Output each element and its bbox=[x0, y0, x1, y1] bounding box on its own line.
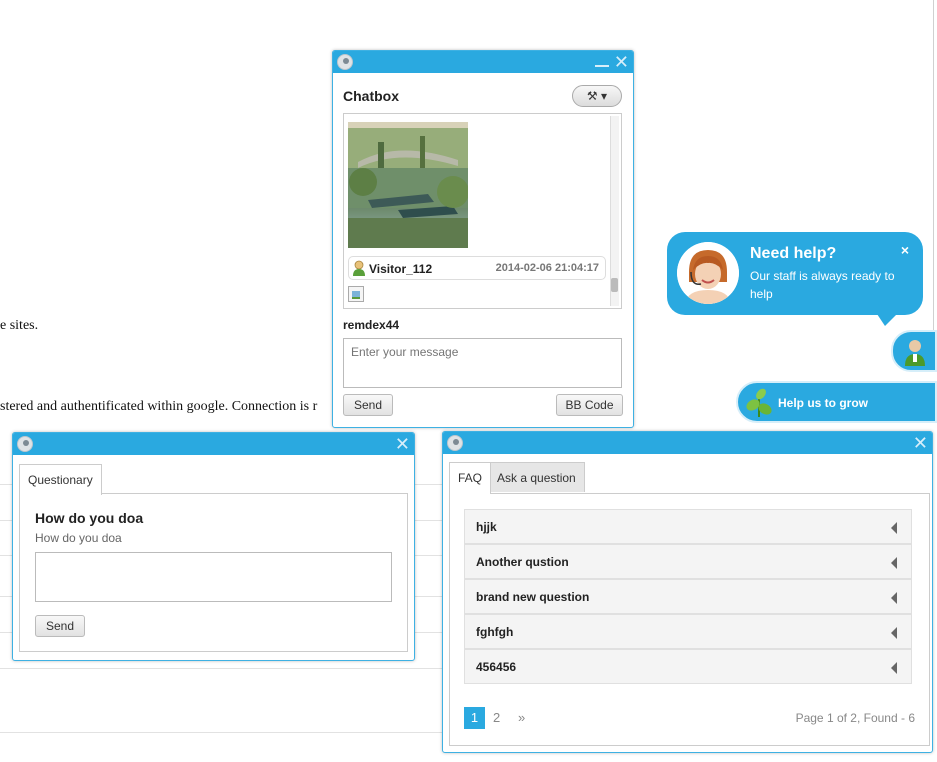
pagination-next[interactable]: » bbox=[518, 707, 525, 729]
questionary-panel: How do you doa How do you doa Send bbox=[19, 493, 408, 652]
faq-window: ✕ FAQ Ask a question hjjk Another qustio… bbox=[442, 431, 933, 753]
parrot-logo-icon bbox=[17, 436, 33, 452]
need-help-text: Our staff is always ready to help bbox=[750, 269, 895, 301]
parrot-logo-icon bbox=[337, 54, 353, 70]
support-agent-avatar bbox=[677, 242, 739, 304]
agent-icon bbox=[905, 340, 925, 366]
message-author: Visitor_112 bbox=[369, 262, 433, 276]
question-title: How do you doa bbox=[35, 510, 144, 526]
help-us-grow-tab[interactable]: Help us to grow bbox=[736, 381, 937, 423]
chatbox-title: Chatbox bbox=[343, 88, 399, 104]
visitor-icon bbox=[353, 260, 365, 276]
need-help-title: Need help? bbox=[750, 245, 837, 262]
arrow-left-icon bbox=[891, 522, 897, 534]
pagination-info: Page 1 of 2, Found - 6 bbox=[795, 711, 915, 725]
close-icon[interactable]: ✕ bbox=[913, 433, 928, 453]
arrow-left-icon bbox=[891, 592, 897, 604]
chatbox-window: ✕ Chatbox ⚒ ▾ Visitor_112 2014-02-06 21:… bbox=[332, 50, 634, 428]
faq-item-label: Another qustion bbox=[476, 555, 569, 569]
question-subtitle: How do you doa bbox=[35, 531, 122, 545]
leaves-icon bbox=[746, 388, 772, 417]
chat-message-meta: Visitor_112 2014-02-06 21:04:17 bbox=[348, 256, 606, 280]
faq-panel: hjjk Another qustion brand new question … bbox=[449, 493, 930, 746]
faq-item[interactable]: 456456 bbox=[464, 649, 912, 684]
background-divider bbox=[0, 668, 445, 669]
faq-item-label: brand new question bbox=[476, 590, 590, 604]
pagination-page-1[interactable]: 1 bbox=[464, 707, 485, 729]
scrollbar-thumb[interactable] bbox=[611, 278, 618, 292]
page-right-border bbox=[933, 0, 934, 330]
faq-item[interactable]: fghfgh bbox=[464, 614, 912, 649]
message-time: 2014-02-06 21:04:17 bbox=[495, 262, 599, 274]
chat-messages-area[interactable]: Visitor_112 2014-02-06 21:04:17 bbox=[343, 113, 622, 309]
need-help-bubble[interactable]: Need help? Our staff is always ready to … bbox=[667, 232, 923, 326]
chat-scrollbar[interactable] bbox=[610, 116, 619, 306]
tools-icon: ⚒ bbox=[586, 89, 598, 103]
broken-image-icon[interactable] bbox=[348, 286, 364, 302]
background-text-line-1: e sites. bbox=[0, 318, 39, 333]
arrow-left-icon bbox=[891, 627, 897, 639]
chat-agent-tab[interactable] bbox=[891, 330, 937, 372]
tools-dropdown-button[interactable]: ⚒ ▾ bbox=[572, 85, 622, 107]
background-divider bbox=[0, 732, 445, 733]
shared-image[interactable] bbox=[348, 122, 468, 248]
tab-ask-question[interactable]: Ask a question bbox=[488, 462, 585, 492]
bbcode-button[interactable]: BB Code bbox=[556, 394, 623, 416]
arrow-left-icon bbox=[891, 662, 897, 674]
question-answer-input[interactable] bbox=[35, 552, 392, 602]
close-icon[interactable]: ✕ bbox=[395, 434, 410, 454]
arrow-left-icon bbox=[891, 557, 897, 569]
close-icon[interactable]: ✕ bbox=[614, 52, 629, 72]
help-us-grow-label: Help us to grow bbox=[778, 396, 868, 410]
faq-item[interactable]: hjjk bbox=[464, 509, 912, 544]
background-text-line-2: stered and authentificated within google… bbox=[0, 399, 318, 414]
chat-message-input[interactable] bbox=[343, 338, 622, 388]
chat-send-button[interactable]: Send bbox=[343, 394, 393, 416]
pagination-page-2[interactable]: 2 bbox=[493, 707, 500, 729]
questionary-send-button[interactable]: Send bbox=[35, 615, 85, 637]
tab-faq[interactable]: FAQ bbox=[449, 462, 492, 494]
faq-item-label: 456456 bbox=[476, 660, 517, 674]
chatbox-header[interactable]: ✕ bbox=[333, 51, 633, 73]
painting-image bbox=[348, 122, 468, 248]
faq-item-label: fghfgh bbox=[476, 625, 514, 639]
questionary-window: ✕ Questionary How do you doa How do you … bbox=[12, 432, 415, 661]
parrot-logo-icon bbox=[447, 435, 463, 451]
minimize-icon[interactable] bbox=[595, 55, 609, 67]
faq-item-label: hjjk bbox=[476, 520, 497, 534]
faq-header[interactable]: ✕ bbox=[443, 432, 932, 454]
faq-item[interactable]: Another qustion bbox=[464, 544, 912, 579]
chat-username: remdex44 bbox=[343, 318, 400, 332]
tab-questionary[interactable]: Questionary bbox=[19, 464, 102, 495]
close-icon[interactable]: × bbox=[901, 242, 909, 258]
faq-item[interactable]: brand new question bbox=[464, 579, 912, 614]
chevron-down-icon: ▾ bbox=[601, 89, 608, 103]
questionary-header[interactable]: ✕ bbox=[13, 433, 414, 455]
